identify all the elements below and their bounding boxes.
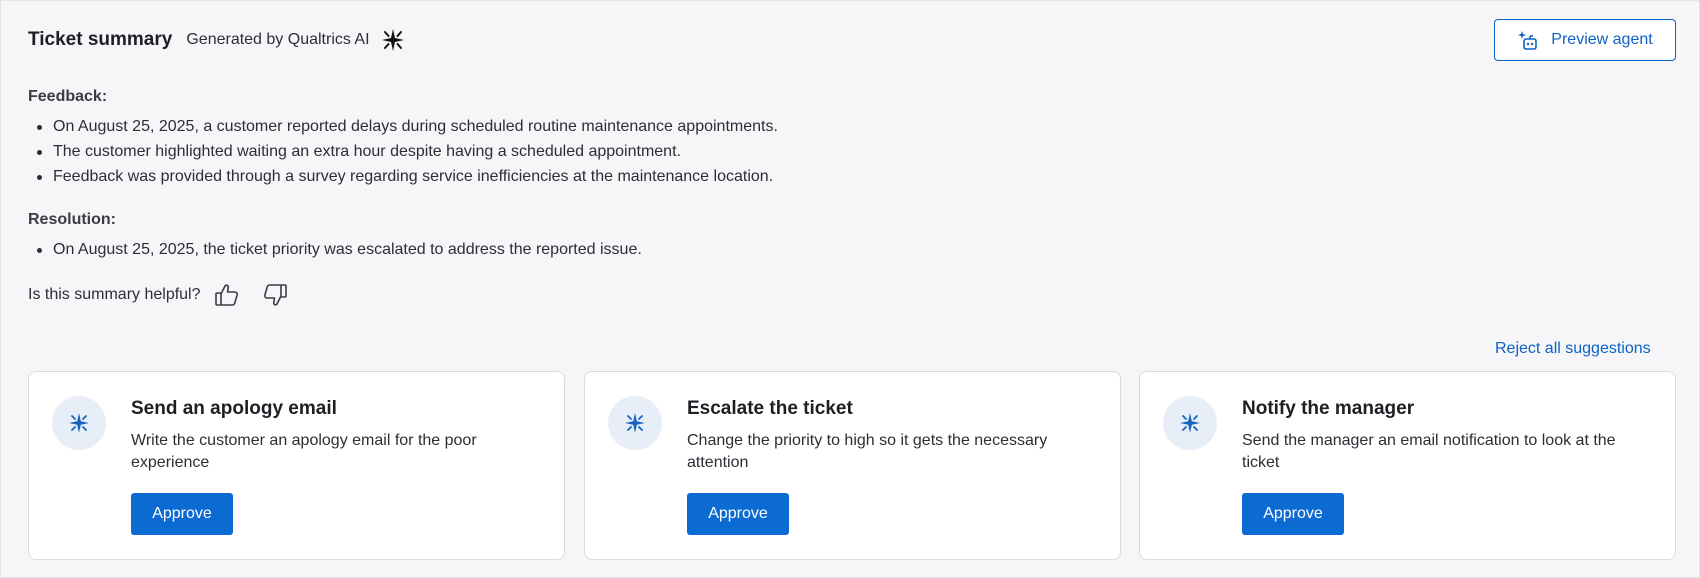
card-description: Change the priority to high so it gets t… [687,432,1048,471]
feedback-label: Feedback: [28,88,108,105]
summary-header: Ticket summary Generated by Qualtrics AI [28,27,406,53]
thumbs-down-icon[interactable] [261,281,289,309]
page-title: Ticket summary [28,29,173,50]
feedback-prompt-row: Is this summary helpful? [28,281,289,309]
thumbs-up-icon[interactable] [213,281,241,309]
card-title: Send an apology email [131,398,337,419]
sparkle-icon [52,396,106,450]
list-item: On August 25, 2025, the ticket priority … [35,237,642,262]
card-description: Write the customer an apology email for … [131,432,477,471]
ticket-summary-panel: Ticket summary Generated by Qualtrics AI… [0,0,1700,578]
approve-button[interactable]: Approve [687,493,789,535]
feedback-list: On August 25, 2025, a customer reported … [35,114,778,189]
sparkle-icon [608,396,662,450]
approve-button[interactable]: Approve [131,493,233,535]
list-item: The customer highlighted waiting an extr… [35,139,778,164]
suggestion-card-apology: Send an apology email Write the customer… [28,371,565,560]
approve-button[interactable]: Approve [1242,493,1344,535]
helpful-prompt: Is this summary helpful? [28,286,201,303]
list-item: Feedback was provided through a survey r… [35,164,778,189]
preview-agent-button[interactable]: Preview agent [1494,19,1676,61]
resolution-list: On August 25, 2025, the ticket priority … [35,237,642,262]
sparkle-icon [380,27,406,53]
preview-agent-label: Preview agent [1551,31,1653,48]
resolution-label: Resolution: [28,211,116,228]
list-item: On August 25, 2025, a customer reported … [35,114,778,139]
suggestion-card-notify: Notify the manager Send the manager an e… [1139,371,1676,560]
suggestion-card-escalate: Escalate the ticket Change the priority … [584,371,1121,560]
card-description: Send the manager an email notification t… [1242,432,1616,471]
card-title: Escalate the ticket [687,398,853,419]
generated-by-label: Generated by Qualtrics AI [186,31,370,48]
card-title: Notify the manager [1242,398,1415,419]
reject-all-suggestions-link[interactable]: Reject all suggestions [1495,340,1651,358]
agent-sparkle-icon [1517,29,1539,51]
sparkle-icon [1163,396,1217,450]
